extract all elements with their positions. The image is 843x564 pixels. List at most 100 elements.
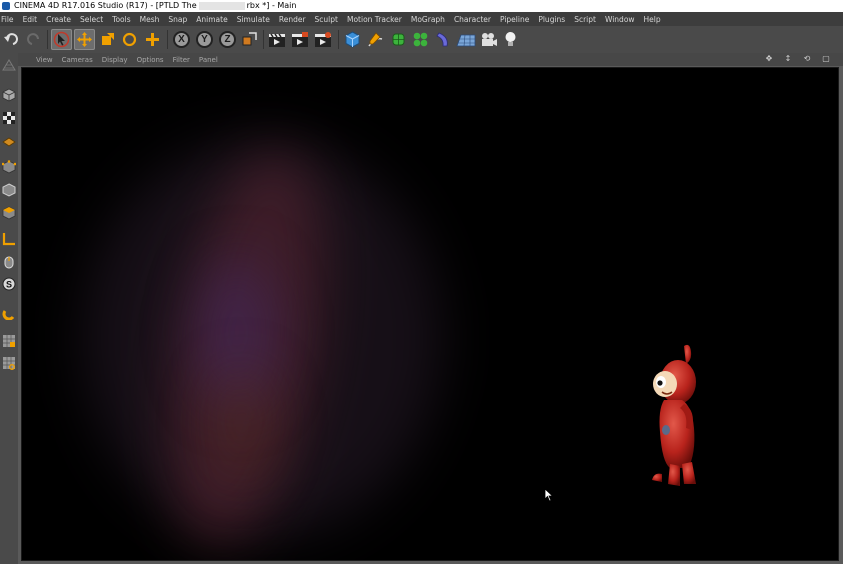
redo-button[interactable] <box>23 29 44 50</box>
toggle-panel-icon[interactable]: ▢ <box>822 54 830 63</box>
mouse-cursor-icon <box>544 488 554 502</box>
perspective-viewport-panel: View Cameras Display Options Filter Pane… <box>18 53 843 564</box>
menu-script[interactable]: Script <box>574 15 596 24</box>
menu-select[interactable]: Select <box>80 15 103 24</box>
workplane-grid-icon <box>2 357 15 370</box>
menu-sculpt[interactable]: Sculpt <box>315 15 338 24</box>
main-menubar: File Edit Create Select Tools Mesh Snap … <box>0 12 843 26</box>
floor-button[interactable] <box>455 29 476 50</box>
clapperboard-settings-icon <box>314 31 331 47</box>
polygons-mode-button[interactable] <box>1 205 16 221</box>
viewport-navigation: ✥ ↕ ⟲ ▢ <box>765 54 839 63</box>
rotate-tool-button[interactable] <box>119 29 140 50</box>
menu-create[interactable]: Create <box>46 15 71 24</box>
light-button[interactable] <box>500 29 521 50</box>
polygons-mode-icon <box>2 206 15 220</box>
edit-render-settings-button[interactable] <box>312 29 333 50</box>
menu-character[interactable]: Character <box>454 15 491 24</box>
menu-simulate[interactable]: Simulate <box>237 15 270 24</box>
pen-spline-button[interactable] <box>365 29 386 50</box>
viewport-menu-options[interactable]: Options <box>137 56 164 64</box>
snap-button[interactable]: S <box>1 276 16 292</box>
viewport-menu-cameras[interactable]: Cameras <box>62 56 93 64</box>
viewport-menu-panel[interactable]: Panel <box>199 56 218 64</box>
orange-haze <box>212 368 272 478</box>
menu-mograph[interactable]: MoGraph <box>411 15 445 24</box>
menu-window[interactable]: Window <box>605 15 635 24</box>
menu-motion-tracker[interactable]: Motion Tracker <box>347 15 402 24</box>
workplane-mode-button[interactable] <box>1 133 16 149</box>
locked-grid-icon <box>2 335 15 347</box>
y-axis-icon: Y <box>196 31 213 48</box>
camera-button[interactable] <box>478 29 499 50</box>
points-mode-button[interactable] <box>1 159 16 175</box>
cube-icon <box>345 31 360 48</box>
menu-tools[interactable]: Tools <box>112 15 130 24</box>
redacted-title-segment <box>198 1 245 10</box>
render-to-picture-viewer-button[interactable] <box>289 29 310 50</box>
render-view-button[interactable] <box>266 29 287 50</box>
menu-mesh[interactable]: Mesh <box>140 15 160 24</box>
menu-file[interactable]: File <box>1 15 14 24</box>
viewport-menu-view[interactable]: View <box>36 56 53 64</box>
menu-animate[interactable]: Animate <box>196 15 227 24</box>
model-mode-button[interactable] <box>1 87 16 103</box>
pen-icon <box>368 32 383 47</box>
window-title-prefix: CINEMA 4D R17.016 Studio (R17) - [PTLD T… <box>14 1 197 10</box>
menu-pipeline[interactable]: Pipeline <box>500 15 529 24</box>
subdivision-surface-icon <box>392 33 405 46</box>
viewport-menubar: View Cameras Display Options Filter Pane… <box>18 53 843 66</box>
snap-icon: S <box>2 277 15 291</box>
cube-primitive-button[interactable] <box>342 29 363 50</box>
menu-plugins[interactable]: Plugins <box>538 15 565 24</box>
viewport-canvas[interactable] <box>21 67 839 561</box>
red-cartoon-character <box>652 344 696 486</box>
make-editable-icon <box>1 59 16 71</box>
pan-view-icon[interactable]: ✥ <box>765 54 773 63</box>
undo-icon <box>4 33 18 45</box>
z-axis-lock-button[interactable]: Z <box>217 29 238 50</box>
texture-mode-button[interactable] <box>1 110 16 126</box>
subdivision-surface-button[interactable] <box>388 29 409 50</box>
x-axis-icon: X <box>173 31 190 48</box>
planar-workplane-button[interactable] <box>1 355 16 371</box>
light-bulb-icon <box>505 32 516 46</box>
menu-render[interactable]: Render <box>279 15 306 24</box>
cloner-icon <box>413 32 428 47</box>
locked-workplane-button[interactable] <box>1 333 16 349</box>
y-axis-lock-button[interactable]: Y <box>194 29 215 50</box>
snap-icon-label: S <box>5 279 11 289</box>
dolly-view-icon[interactable]: ↕ <box>784 54 792 63</box>
make-editable-button[interactable] <box>1 57 16 73</box>
orbit-view-icon[interactable]: ⟲ <box>803 54 811 63</box>
tweak-mode-button[interactable] <box>1 254 16 270</box>
live-selection-button[interactable] <box>51 29 72 50</box>
cinema4d-app-icon <box>2 2 10 10</box>
viewport-menu-display[interactable]: Display <box>102 56 128 64</box>
clapperboard-render-icon <box>291 31 308 47</box>
axis-mode-button[interactable] <box>1 231 16 247</box>
scale-tool-button[interactable] <box>97 29 118 50</box>
checker-texture-icon <box>2 112 15 124</box>
magnet-icon <box>2 310 14 320</box>
undo-button[interactable] <box>1 29 22 50</box>
coordinate-system-button[interactable] <box>239 29 260 50</box>
window-titlebar: CINEMA 4D R17.016 Studio (R17) - [PTLD T… <box>0 0 843 12</box>
window-title-suffix: rbx *] - Main <box>246 1 297 10</box>
scale-icon <box>102 33 114 45</box>
menu-snap[interactable]: Snap <box>168 15 187 24</box>
menu-edit[interactable]: Edit <box>23 15 38 24</box>
clapperboard-icon <box>268 33 285 47</box>
points-mode-icon <box>1 160 16 174</box>
move-icon <box>77 32 92 47</box>
create-object-button[interactable] <box>142 29 163 50</box>
deformer-button[interactable] <box>433 29 454 50</box>
soft-selection-button[interactable] <box>1 305 16 321</box>
cloner-button[interactable] <box>410 29 431 50</box>
menu-help[interactable]: Help <box>644 15 661 24</box>
x-axis-lock-button[interactable]: X <box>171 29 192 50</box>
viewport-menu-filter[interactable]: Filter <box>173 56 190 64</box>
move-tool-button[interactable] <box>74 29 95 50</box>
rotate-icon <box>122 32 137 47</box>
edges-mode-button[interactable] <box>1 182 16 198</box>
